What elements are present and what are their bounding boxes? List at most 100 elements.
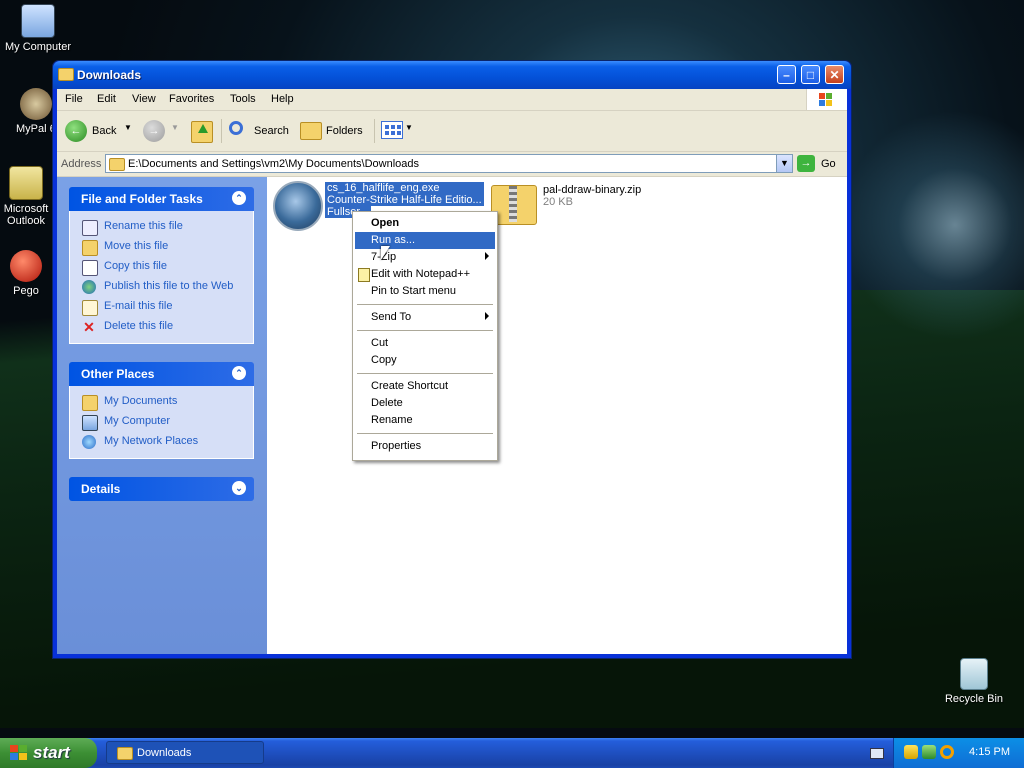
collapse-chevron-icon[interactable]: ⌃ <box>232 191 246 205</box>
security-shield-icon[interactable] <box>904 745 918 759</box>
views-dropdown-icon[interactable]: ▼ <box>405 123 413 132</box>
menu-item-label: Run as... <box>371 234 416 246</box>
file-item-pal-zip[interactable]: pal-ddraw-binary.zip 20 KB <box>491 183 671 227</box>
back-dropdown-icon[interactable]: ▼ <box>124 123 132 132</box>
search-icon[interactable] <box>229 121 243 135</box>
menu-item-label: Cut <box>371 337 389 349</box>
copy-icon <box>82 260 98 276</box>
menu-item-copy[interactable]: Copy <box>355 352 495 369</box>
desktop-icon-pego[interactable]: Pego <box>0 250 54 297</box>
menu-item-rename[interactable]: Rename <box>355 412 495 429</box>
file-name-text: cs_16_halflife_eng.exe <box>325 182 484 194</box>
collapse-chevron-icon[interactable]: ⌃ <box>232 366 246 380</box>
close-button[interactable]: ✕ <box>825 65 844 84</box>
other-places-panel: Other Places ⌃ My Documents My Computer … <box>69 362 254 459</box>
toolbar-separator <box>374 119 375 143</box>
task-label: Move this file <box>104 240 169 252</box>
task-rename-file[interactable]: Rename this file <box>70 217 253 237</box>
task-copy-file[interactable]: Copy this file <box>70 257 253 277</box>
folders-button[interactable]: Folders <box>326 125 363 137</box>
folder-icon <box>82 395 98 411</box>
menu-favorites[interactable]: Favorites <box>169 93 214 105</box>
toolbar: ← Back ▼ → ▼ Search Folders ▼ <box>57 111 847 152</box>
menu-item-label: Open <box>371 217 400 229</box>
task-move-file[interactable]: Move this file <box>70 237 253 257</box>
forward-arrow-icon[interactable]: → <box>143 120 165 142</box>
task-delete-file[interactable]: ✕ Delete this file <box>70 317 253 337</box>
views-icon[interactable] <box>381 121 403 139</box>
network-icon[interactable] <box>922 745 936 759</box>
expand-chevron-icon[interactable]: ⌄ <box>232 481 246 495</box>
forward-dropdown-icon[interactable]: ▼ <box>171 123 179 132</box>
title-bar[interactable]: Downloads – □ ✕ <box>53 61 851 89</box>
mouse-cursor-icon <box>381 246 390 260</box>
desktop-icon-label: My Computer <box>4 41 72 53</box>
search-icon[interactable] <box>940 745 954 759</box>
place-my-documents[interactable]: My Documents <box>70 392 253 412</box>
menu-item-7zip[interactable]: 7-Zip <box>355 249 495 266</box>
menu-item-label: Rename <box>371 414 413 426</box>
address-dropdown-icon[interactable]: ▼ <box>776 154 793 173</box>
task-email-file[interactable]: E-mail this file <box>70 297 253 317</box>
task-label: E-mail this file <box>104 300 173 312</box>
file-folder-tasks-panel: File and Folder Tasks ⌃ Rename this file… <box>69 187 254 344</box>
task-label: Rename this file <box>104 220 183 232</box>
address-input[interactable]: E:\Documents and Settings\vm2\My Documen… <box>105 154 777 173</box>
desktop-icon-label: Microsoft Outlook <box>3 203 49 227</box>
task-publish-web[interactable]: Publish this file to the Web <box>70 277 253 297</box>
back-button[interactable]: Back <box>92 125 116 137</box>
folders-icon[interactable] <box>300 122 322 140</box>
menu-item-pin-start[interactable]: Pin to Start menu <box>355 283 495 300</box>
menu-item-properties[interactable]: Properties <box>355 438 495 455</box>
network-icon <box>82 435 96 449</box>
menu-edit[interactable]: Edit <box>97 93 116 105</box>
rename-icon <box>82 220 98 236</box>
panel-header[interactable]: Other Places ⌃ <box>69 362 254 386</box>
up-folder-icon[interactable] <box>191 121 213 143</box>
globe-icon <box>82 280 96 294</box>
menu-item-send-to[interactable]: Send To <box>355 309 495 326</box>
desktop-icon-recycle-bin[interactable]: Recycle Bin <box>934 658 1014 705</box>
menu-view[interactable]: View <box>132 93 156 105</box>
minimize-button[interactable]: – <box>777 65 796 84</box>
back-arrow-icon[interactable]: ← <box>65 120 87 142</box>
taskbar-item-downloads[interactable]: Downloads <box>106 741 264 764</box>
folder-icon <box>58 68 74 81</box>
place-network[interactable]: My Network Places <box>70 432 253 452</box>
maximize-button[interactable]: □ <box>801 65 820 84</box>
menu-item-notepadpp[interactable]: Edit with Notepad++ <box>355 266 495 283</box>
place-my-computer[interactable]: My Computer <box>70 412 253 432</box>
menu-item-delete[interactable]: Delete <box>355 395 495 412</box>
file-name-text: pal-ddraw-binary.zip <box>543 184 642 196</box>
menu-file[interactable]: File <box>65 93 83 105</box>
go-arrow-icon[interactable]: → <box>797 155 815 172</box>
computer-icon <box>82 415 98 431</box>
desktop-icon-mypal[interactable]: MyPal 6 <box>0 88 58 135</box>
panel-header[interactable]: Details ⌄ <box>69 477 254 501</box>
menu-tools[interactable]: Tools <box>230 93 256 105</box>
panel-header[interactable]: File and Folder Tasks ⌃ <box>69 187 254 211</box>
menu-item-run-as[interactable]: Run as... <box>355 232 495 249</box>
task-label: Delete this file <box>104 320 174 332</box>
file-name: pal-ddraw-binary.zip 20 KB <box>543 184 641 208</box>
menu-item-cut[interactable]: Cut <box>355 335 495 352</box>
menu-item-create-shortcut[interactable]: Create Shortcut <box>355 378 495 395</box>
desktop-icon-outlook[interactable]: Microsoft Outlook <box>0 166 54 227</box>
go-button[interactable]: Go <box>821 158 836 170</box>
menu-help[interactable]: Help <box>271 93 294 105</box>
menu-item-label: Send To <box>371 311 412 323</box>
menu-separator <box>357 433 493 434</box>
submenu-arrow-icon <box>485 312 489 320</box>
keyboard-icon[interactable] <box>870 748 884 759</box>
menu-item-open[interactable]: Open <box>355 215 495 232</box>
mypal-icon <box>20 88 52 120</box>
task-pane: File and Folder Tasks ⌃ Rename this file… <box>57 177 267 654</box>
clock[interactable]: 4:15 PM <box>969 746 1010 758</box>
start-button[interactable]: start <box>0 738 97 768</box>
panel-title: Details <box>81 482 121 496</box>
desktop-icon-my-computer[interactable]: My Computer <box>0 4 78 53</box>
details-panel: Details ⌄ <box>69 477 254 501</box>
menu-bar: File Edit View Favorites Tools Help <box>57 89 847 111</box>
search-button[interactable]: Search <box>254 125 289 137</box>
place-label: My Computer <box>104 415 171 427</box>
